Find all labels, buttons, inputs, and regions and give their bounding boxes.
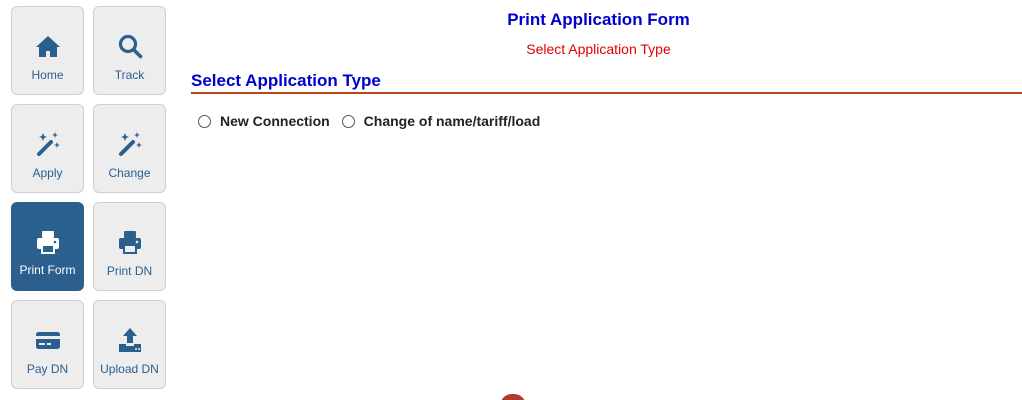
credit-card-icon — [12, 326, 83, 354]
home-icon — [12, 32, 83, 60]
section-heading: Select Application Type — [191, 71, 1022, 94]
sidebar-item-change[interactable]: Change — [93, 104, 166, 193]
radio-new-connection[interactable] — [198, 114, 211, 128]
sidebar-item-home[interactable]: Home — [11, 6, 84, 95]
printer-icon — [12, 228, 83, 256]
magic-wand-icon — [94, 130, 165, 158]
option-label: New Connection — [220, 113, 330, 129]
sidebar-item-print-dn[interactable]: Print DN — [93, 202, 166, 291]
partial-logo — [500, 394, 526, 400]
sidebar-item-apply[interactable]: Apply — [11, 104, 84, 193]
radio-change-of-name[interactable] — [341, 114, 355, 128]
page-subtitle: Select Application Type — [526, 41, 671, 57]
magic-wand-icon — [12, 130, 83, 158]
option-label: Change of name/tariff/load — [363, 113, 541, 129]
option-change-of-name[interactable]: Change of name/tariff/load — [341, 113, 541, 129]
printer-icon — [94, 228, 165, 256]
sidebar-item-label: Print Form — [19, 263, 76, 277]
sidebar-item-label: Upload DN — [100, 362, 159, 376]
sidebar-item-label: Print DN — [106, 264, 153, 278]
sidebar-item-label: Change — [108, 166, 151, 180]
sidebar-item-upload-dn[interactable]: Upload DN — [93, 300, 166, 389]
page: Home Track Apply Change Print Form Print… — [0, 0, 1022, 400]
upload-icon — [94, 326, 165, 354]
page-title: Print Application Form — [507, 10, 690, 29]
sidebar-item-print-form[interactable]: Print Form — [11, 202, 84, 291]
sidebar-item-pay-dn[interactable]: Pay DN — [11, 300, 84, 389]
sidebar-item-label: Pay DN — [26, 362, 69, 376]
sidebar-item-track[interactable]: Track — [93, 6, 166, 95]
search-icon — [94, 32, 165, 60]
application-type-options: New Connection Change of name/tariff/loa… — [198, 113, 552, 129]
sidebar-item-label: Track — [114, 68, 145, 82]
sidebar-item-label: Home — [31, 68, 64, 82]
option-new-connection[interactable]: New Connection — [198, 113, 330, 129]
sidebar-item-label: Apply — [32, 166, 63, 180]
